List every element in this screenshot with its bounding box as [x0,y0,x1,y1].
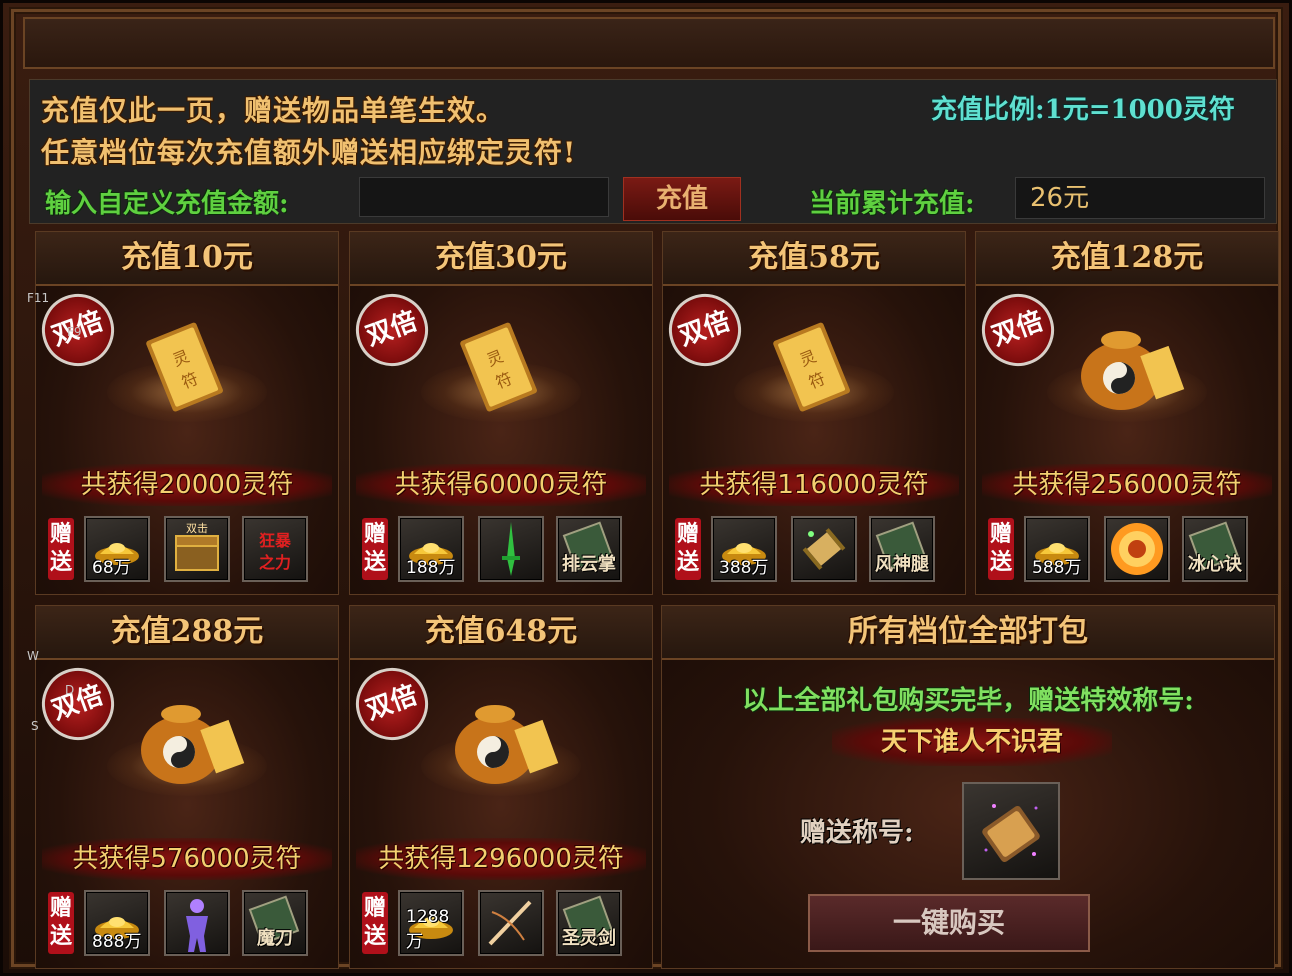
hotkey-label: W [27,649,39,663]
gift-label: 冰心诀 [1188,554,1242,575]
hotkey-label: S [31,719,39,733]
talisman-icon: 灵符 [443,310,559,420]
green-sword-icon [480,518,542,584]
double-strike-chest-icon: 双击 [166,518,228,584]
double-badge: 双倍 [971,283,1065,377]
tier-total-reward: 共获得116000灵符 [669,464,959,506]
gift-slot[interactable]: 狂暴 之力 [242,516,308,582]
gift-slot[interactable]: 1288万 [398,890,464,956]
one-click-buy-button[interactable]: 一键购买 [808,894,1090,952]
double-badge: 双倍 [31,657,125,751]
recharge-window: 充值仅此一页，赠送物品单笔生效。 任意档位每次充值额外赠送相应绑定灵符! 充值比… [0,0,1292,976]
gift-tag: 赠送 [362,892,388,954]
gift-label: 排云掌 [562,554,616,575]
hotkey-label: F11 [27,291,50,305]
recharge-tier-card[interactable]: 充值58元 灵符 双倍 共获得116000灵符 赠送 388万 风神腿 [658,231,966,595]
custom-amount-label: 输入自定义充值金额: [45,189,289,219]
gift-slot[interactable]: 圣灵剑 [556,890,622,956]
gift-label: 圣灵剑 [562,928,616,949]
gift-quantity: 388万 [719,558,769,578]
gift-slot[interactable]: 588万 [1024,516,1090,582]
gift-tag: 赠送 [988,518,1014,580]
recharge-button[interactable]: 充值 [623,177,741,221]
gift-label: 风神腿 [875,554,929,575]
gift-slot[interactable] [1104,516,1170,582]
tier-title: 充值288元 [36,606,338,660]
gift-label: 魔刀 [257,928,293,949]
talisman-icon: 灵符 [129,310,245,420]
total-recharged-value: 26元 [1015,177,1265,219]
recharge-tier-card[interactable]: 充值648元 双倍 共获得1296000灵符 赠送 1288万 圣灵剑 [345,605,653,969]
double-badge: 双倍 [658,283,752,377]
gift-slot[interactable]: 排云掌 [556,516,622,582]
gift-slot[interactable]: 魔刀 [242,890,308,956]
bundle-title: 所有档位全部打包 [662,606,1274,660]
tier-title: 充值10元 [36,232,338,286]
sword-slash-icon [480,892,542,958]
gift-slot[interactable]: 冰心诀 [1182,516,1248,582]
gift-slot[interactable] [164,890,230,956]
scroll-icon [793,518,855,584]
special-title-name: 天下谁人不识君 [832,718,1112,766]
gift-slot[interactable]: 68万 [84,516,150,582]
window-title-bar[interactable] [23,17,1275,69]
tier-total-reward: 共获得1296000灵符 [356,838,646,880]
gift-quantity: 588万 [1032,558,1082,578]
tier-total-reward: 共获得576000灵符 [42,838,332,880]
svg-text:之力: 之力 [259,553,291,572]
recharge-tier-card[interactable]: 充值10元 灵符 双倍 共获得20000灵符 赠送 68万 双击 狂暴 之力 [31,231,339,595]
talisman-pouch-icon [443,684,559,794]
tier-total-reward: 共获得60000灵符 [356,464,646,506]
tier-total-reward: 共获得20000灵符 [42,464,332,506]
gift-quantity: 1288万 [406,907,450,952]
gift-quantity: 68万 [92,558,131,578]
berserk-power-icon: 狂暴 之力 [244,518,306,584]
gift-slot[interactable] [478,516,544,582]
gift-slot[interactable]: 888万 [84,890,150,956]
gift-slot[interactable]: 388万 [711,516,777,582]
talisman-pouch-icon [129,684,245,794]
custom-amount-input[interactable] [359,177,609,217]
gift-tag: 赠送 [362,518,388,580]
gift-tag: 赠送 [48,518,74,580]
hotkey-label: D [65,683,75,697]
fire-orb-icon [1106,518,1168,584]
title-scroll-icon[interactable] [962,782,1060,880]
tier-title: 充值648元 [350,606,652,660]
purple-warrior-icon [166,892,228,958]
bundle-description: 以上全部礼包购买完毕，赠送特效称号: [742,686,1194,716]
gift-quantity: 188万 [406,558,456,578]
tier-title: 充值30元 [350,232,652,286]
tier-title: 充值128元 [976,232,1278,286]
recharge-tier-card[interactable]: 充值30元 灵符 双倍 共获得60000灵符 赠送 188万 排云掌 [345,231,653,595]
double-badge: 双倍 [345,657,439,751]
gift-slot[interactable] [478,890,544,956]
tier-title: 充值58元 [663,232,965,286]
double-badge: 双倍 [345,283,439,377]
total-recharged-label: 当前累计充值: [809,189,975,219]
gift-slot[interactable] [791,516,857,582]
recharge-tier-card[interactable]: 充值128元 双倍 共获得256000灵符 赠送 588万 冰心诀 [971,231,1279,595]
tier-total-reward: 共获得256000灵符 [982,464,1272,506]
talisman-icon: 灵符 [756,310,872,420]
gift-title-label: 赠送称号: [800,818,914,848]
gift-slot[interactable]: 双击 [164,516,230,582]
svg-text:双击: 双击 [186,522,208,535]
gift-quantity: 888万 [92,932,142,952]
gift-slot[interactable]: 风神腿 [869,516,935,582]
bundle-card: 所有档位全部打包 以上全部礼包购买完毕，赠送特效称号: 天下谁人不识君 赠送称号… [661,605,1275,969]
svg-text:狂暴: 狂暴 [259,531,292,550]
recharge-tier-card[interactable]: 充值288元 双倍 共获得576000灵符 赠送 888万 魔刀 [31,605,339,969]
notice-line-2: 任意档位每次充值额外赠送相应绑定灵符! [41,136,577,169]
hotkey-label: F9 [67,325,82,339]
notice-line-1: 充值仅此一页，赠送物品单笔生效。 [41,94,506,127]
exchange-ratio: 充值比例:1元=1000灵符 [931,95,1235,125]
gift-slot[interactable]: 188万 [398,516,464,582]
gift-tag: 赠送 [675,518,701,580]
gift-tag: 赠送 [48,892,74,954]
talisman-pouch-icon [1069,310,1185,420]
